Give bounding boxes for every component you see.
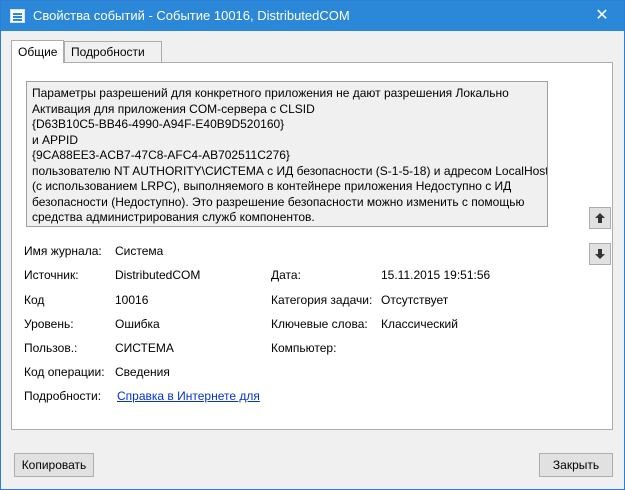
window-close-button[interactable]: ✕ bbox=[580, 1, 624, 31]
computer-label: Компьютер: bbox=[271, 341, 337, 355]
keywords-label: Ключевые слова: bbox=[271, 317, 368, 331]
keywords-value: Классический bbox=[381, 317, 458, 331]
description-line: {9CA88EE3-ACB7-47C8-AFC4-AB702511C276} bbox=[32, 148, 290, 162]
level-label: Уровень: bbox=[24, 317, 74, 331]
previous-event-button[interactable] bbox=[589, 207, 611, 229]
level-value: Ошибка bbox=[115, 317, 160, 331]
user-label: Пользов.: bbox=[24, 341, 78, 355]
opcode-value: Сведения bbox=[115, 365, 170, 379]
description-line: средства администрирования служб компоне… bbox=[32, 210, 315, 224]
next-event-button[interactable] bbox=[589, 243, 611, 265]
log-name-label: Имя журнала: bbox=[24, 244, 102, 258]
description-line: безопасности (Недоступно). Это разрешени… bbox=[32, 194, 525, 209]
event-viewer-icon bbox=[10, 9, 25, 23]
event-properties-window: Свойства событий - Событие 10016, Distri… bbox=[0, 0, 625, 490]
copy-button[interactable]: Копировать bbox=[14, 453, 94, 477]
description-line: {D63B10C5-BB46-4990-A94F-E40B9D520160} bbox=[32, 117, 285, 131]
online-help-link[interactable]: Справка в Интернете для bbox=[117, 389, 260, 404]
title-bar[interactable]: Свойства событий - Событие 10016, Distri… bbox=[1, 1, 624, 31]
task-category-value: Отсутствует bbox=[381, 293, 449, 307]
date-value: 15.11.2015 19:51:56 bbox=[381, 268, 491, 282]
description-line: Активация для приложения COM-сервера с C… bbox=[32, 101, 315, 116]
event-description-box[interactable]: Параметры разрешений для конкретного при… bbox=[26, 81, 548, 227]
code-value: 10016 bbox=[115, 293, 149, 307]
arrow-down-icon bbox=[595, 249, 605, 259]
window-title: Свойства событий - Событие 10016, Distri… bbox=[33, 8, 350, 23]
more-info-label: Подробности: bbox=[24, 389, 102, 403]
general-tab-panel: Параметры разрешений для конкретного при… bbox=[11, 62, 613, 430]
close-button[interactable]: Закрыть bbox=[539, 453, 613, 477]
log-name-value: Система bbox=[115, 244, 164, 258]
user-value: СИСТЕМА bbox=[115, 341, 174, 355]
tab-general[interactable]: Общие bbox=[11, 40, 64, 63]
description-line: пользователю NT AUTHORITY\СИСТЕМА с ИД б… bbox=[32, 163, 548, 178]
code-label: Код bbox=[24, 293, 45, 307]
description-line: и APPID bbox=[32, 132, 79, 147]
tab-details[interactable]: Подробности bbox=[64, 41, 162, 63]
close-icon: ✕ bbox=[595, 7, 609, 24]
description-line: Параметры разрешений для конкретного при… bbox=[32, 86, 509, 100]
opcode-label: Код операции: bbox=[24, 365, 105, 379]
task-category-label: Категория задачи: bbox=[271, 293, 373, 307]
description-line: (с использованием LRPC), выполняемого в … bbox=[32, 179, 512, 193]
arrow-up-icon bbox=[595, 213, 605, 223]
date-label: Дата: bbox=[271, 268, 301, 282]
source-value: DistributedCOM bbox=[115, 268, 201, 282]
source-label: Источник: bbox=[24, 268, 79, 282]
